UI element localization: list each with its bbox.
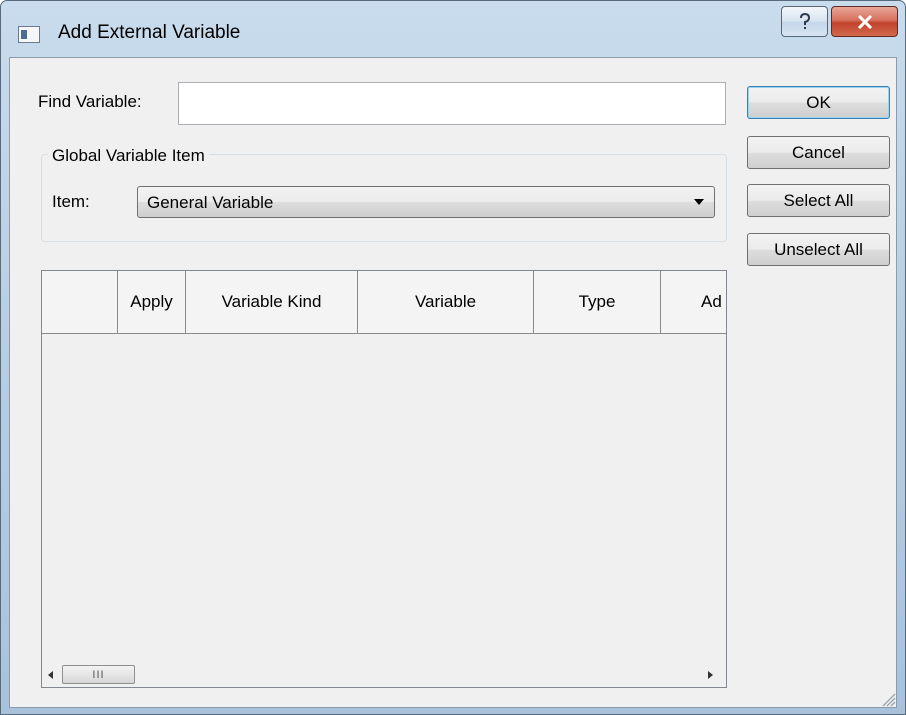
column-header-apply[interactable]: Apply — [118, 271, 186, 333]
help-icon — [799, 12, 810, 29]
close-icon — [857, 14, 872, 29]
resize-grip-icon[interactable] — [878, 689, 896, 707]
item-dropdown-value: General Variable — [147, 193, 274, 212]
find-variable-input[interactable] — [178, 82, 726, 125]
dialog-client-area: Find Variable: OK Cancel Select All Unse… — [9, 57, 897, 708]
scrollbar-thumb[interactable]: III — [62, 665, 135, 684]
column-header-variable[interactable]: Variable — [358, 271, 534, 333]
dropdown-arrow-icon[interactable] — [694, 199, 704, 205]
select-all-button[interactable]: Select All — [747, 184, 890, 217]
variables-table[interactable]: Apply Variable Kind Variable Type Ad III — [41, 270, 727, 688]
window-icon — [18, 26, 40, 43]
table-header: Apply Variable Kind Variable Type Ad — [42, 271, 726, 334]
column-header-variable-kind[interactable]: Variable Kind — [186, 271, 358, 333]
window-title: Add External Variable — [58, 22, 241, 43]
help-button[interactable] — [781, 6, 828, 37]
item-dropdown[interactable]: General Variable — [137, 186, 715, 218]
horizontal-scrollbar[interactable]: III — [42, 663, 726, 687]
column-header-address[interactable]: Ad — [661, 271, 726, 333]
cancel-button[interactable]: Cancel — [747, 136, 890, 169]
item-label: Item: — [52, 192, 90, 211]
group-title: Global Variable Item — [48, 146, 209, 166]
unselect-all-button[interactable]: Unselect All — [747, 233, 890, 266]
column-header-type[interactable]: Type — [534, 271, 661, 333]
dialog-window: Add External Variable Find Variable: OK … — [0, 0, 906, 715]
close-button[interactable] — [831, 6, 898, 37]
column-header-row-selector[interactable] — [42, 271, 118, 333]
title-bar[interactable]: Add External Variable — [1, 1, 905, 57]
ok-button[interactable]: OK — [747, 86, 890, 119]
find-variable-label: Find Variable: — [38, 92, 142, 111]
scroll-left-arrow-icon[interactable] — [48, 671, 53, 679]
scroll-right-arrow-icon[interactable] — [708, 671, 713, 679]
